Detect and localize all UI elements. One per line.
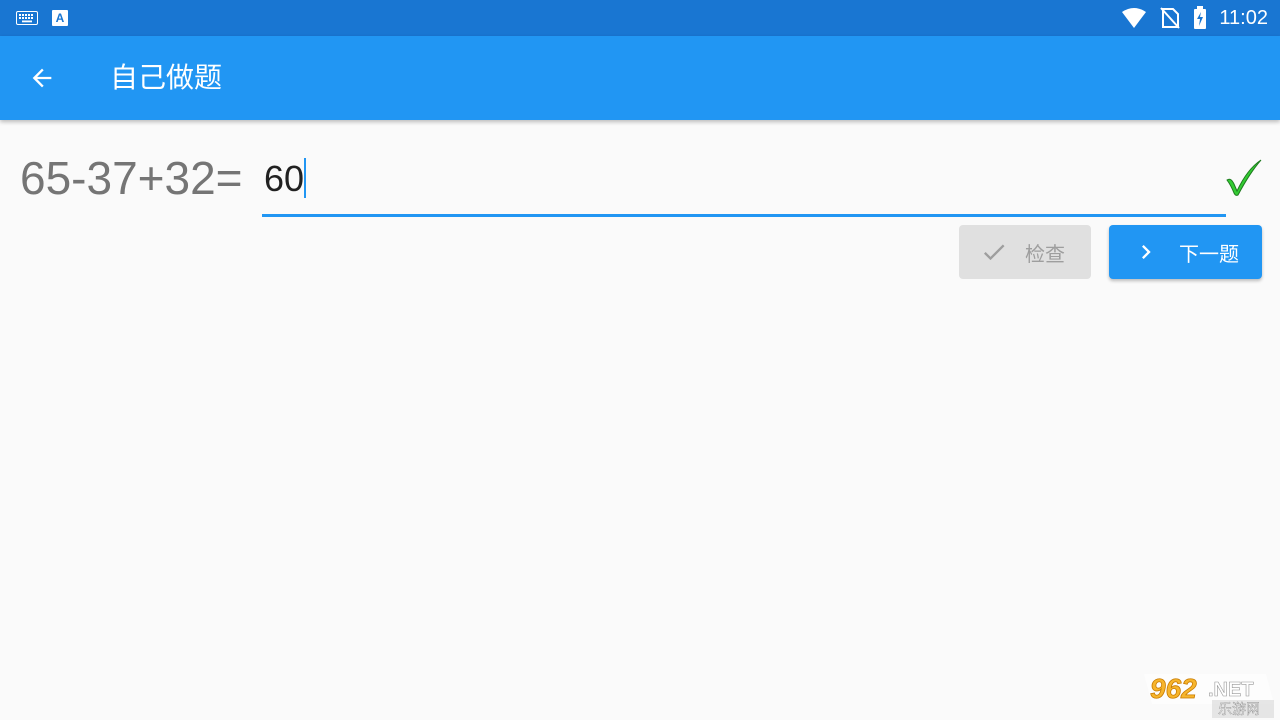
back-button[interactable]	[22, 58, 62, 98]
status-bar-right: 11:02	[1121, 4, 1268, 32]
battery-charging-icon	[1194, 6, 1207, 29]
text-cursor	[304, 158, 306, 198]
next-question-button[interactable]: 下一题	[1109, 225, 1262, 279]
status-bar-left: A	[16, 7, 68, 29]
next-question-button-label: 下一题	[1179, 241, 1239, 266]
svg-text:.NET: .NET	[1208, 679, 1254, 701]
app-bar: 自己做题	[0, 36, 1280, 120]
a-icon: A	[52, 10, 68, 26]
checkmark-icon	[979, 237, 1009, 267]
answer-input[interactable]	[264, 156, 1204, 202]
wifi-icon	[1122, 8, 1147, 28]
page-title: 自己做题	[110, 61, 223, 94]
keyboard-icon	[16, 11, 38, 25]
status-time: 11:02	[1219, 6, 1268, 29]
check-button[interactable]: 检查	[959, 225, 1091, 279]
svg-text:962: 962	[1150, 673, 1197, 704]
no-sim-icon	[1160, 7, 1181, 29]
chevron-right-icon	[1131, 237, 1161, 267]
checkmark-icon	[1226, 159, 1262, 196]
svg-text:乐游网: 乐游网	[1218, 702, 1260, 718]
question-text: 65-37+32=	[20, 152, 243, 204]
watermark-logo: 962 .NET 乐游网	[1144, 673, 1274, 718]
arrow-back-icon	[32, 68, 52, 88]
check-button-label: 检查	[1025, 241, 1065, 266]
answer-field[interactable]	[262, 152, 1226, 217]
status-bar: A 11:02	[0, 0, 1280, 36]
